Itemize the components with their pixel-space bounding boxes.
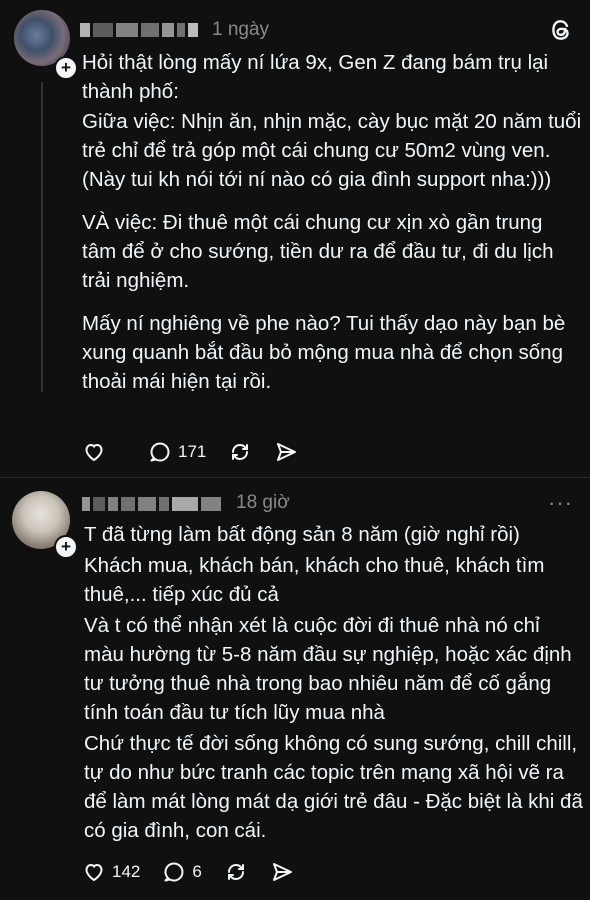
post-paragraph: Chứ thực tế đời sống không có sung sướng… bbox=[84, 732, 583, 842]
username-blurred[interactable] bbox=[80, 22, 198, 38]
post-time: 1 ngày bbox=[212, 19, 270, 40]
post-paragraph: Giữa việc: Nhịn ăn, nhịn mặc, cày bục mặ… bbox=[82, 110, 582, 191]
post-paragraph: Và t có thể nhận xét là cuộc đời đi thuê… bbox=[84, 614, 572, 724]
post-paragraph: Mấy ní nghiêng về phe nào? Tui thấy dạo … bbox=[82, 312, 566, 393]
follow-button[interactable]: + bbox=[54, 535, 78, 559]
post-actions: 142 6 bbox=[82, 858, 316, 886]
share-button[interactable] bbox=[270, 858, 294, 886]
post-paragraph: Khách mua, khách bán, khách cho thuê, kh… bbox=[84, 554, 545, 606]
post-body: T đã từng làm bất động sản 8 năm (giờ ng… bbox=[84, 520, 584, 845]
heart-icon bbox=[85, 443, 103, 462]
username-blurred[interactable] bbox=[82, 496, 221, 512]
share-icon bbox=[277, 443, 297, 461]
share-icon bbox=[272, 863, 292, 881]
repost-button[interactable] bbox=[224, 858, 248, 886]
more-icon[interactable]: ··· bbox=[548, 490, 573, 516]
post-paragraph: VÀ việc: Đi thuê một cái chung cư xịn xò… bbox=[82, 211, 554, 292]
comment-button[interactable]: 171 bbox=[148, 438, 206, 466]
comment-icon bbox=[150, 442, 170, 462]
repost-icon bbox=[232, 443, 249, 461]
follow-button[interactable]: + bbox=[54, 56, 78, 80]
like-count: 142 bbox=[112, 862, 141, 881]
reply-count: 171 bbox=[178, 442, 207, 461]
post-paragraph: Hỏi thật lòng mấy ní lứa 9x, Gen Z đang … bbox=[82, 51, 549, 103]
reply-count: 6 bbox=[192, 862, 202, 881]
thread-post-1: + 1 ngày Hỏi thật lòng mấy ní lứa 9x, Ge… bbox=[0, 0, 590, 478]
comment-button[interactable]: 6 bbox=[162, 858, 202, 886]
thread-connector-line bbox=[41, 82, 43, 392]
repost-icon bbox=[227, 863, 244, 881]
post-paragraph: T đã từng làm bất động sản 8 năm (giờ ng… bbox=[84, 523, 520, 546]
repost-button[interactable] bbox=[228, 438, 252, 466]
threads-logo-icon[interactable] bbox=[548, 17, 574, 43]
post-time: 18 giờ bbox=[236, 492, 290, 513]
comment-icon bbox=[164, 862, 184, 882]
post-actions: 171 bbox=[82, 438, 320, 466]
post-body: Hỏi thật lòng mấy ní lứa 9x, Gen Z đang … bbox=[82, 48, 582, 396]
heart-icon bbox=[85, 863, 103, 882]
like-button[interactable]: 142 bbox=[82, 858, 140, 886]
share-button[interactable] bbox=[274, 438, 298, 466]
like-button[interactable] bbox=[82, 438, 106, 466]
